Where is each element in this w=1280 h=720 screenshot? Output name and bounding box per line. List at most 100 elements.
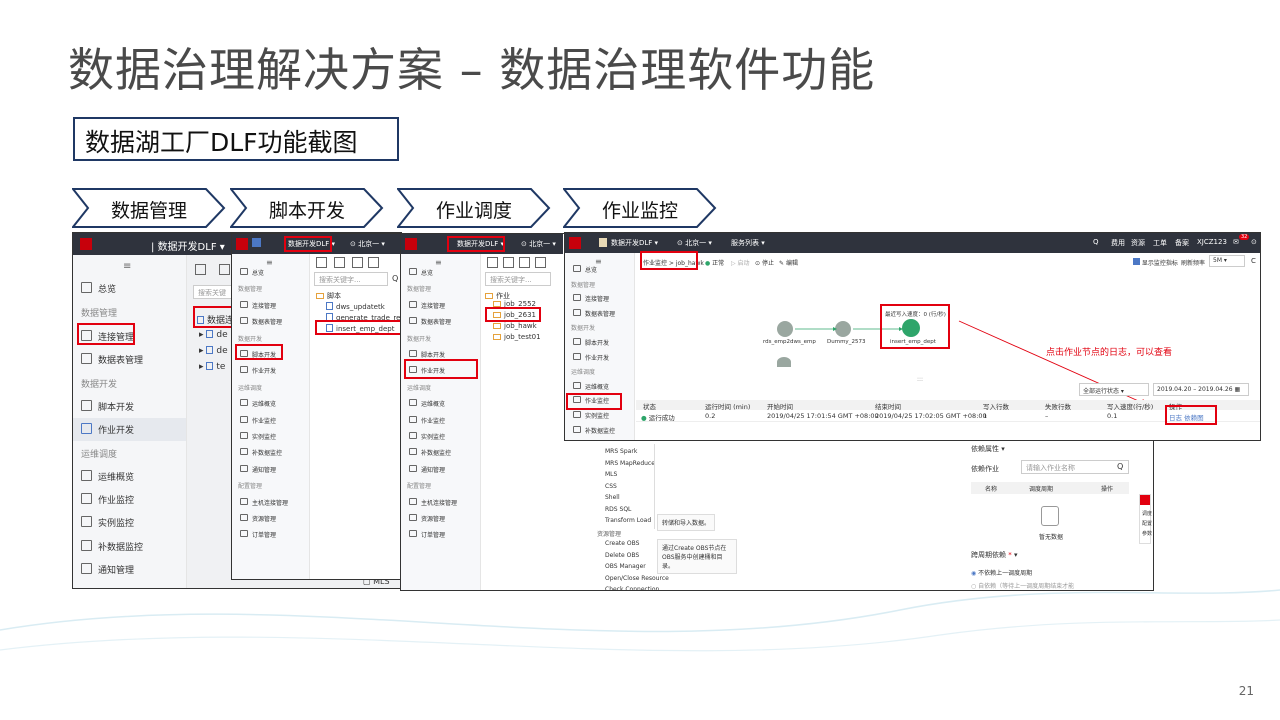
app-title[interactable]: | 数据开发DLF ▾ — [151, 238, 225, 253]
search-input[interactable]: 搜索关键字... — [314, 272, 388, 286]
tree-item[interactable]: dws_updatetk — [326, 302, 385, 311]
side-tab-params[interactable]: 参数 — [1142, 530, 1152, 537]
side-tab-active-icon[interactable] — [1140, 495, 1150, 505]
nav-item[interactable]: 连接管理 — [401, 297, 481, 313]
tree-item[interactable]: ▸ te — [199, 362, 225, 372]
nav-item[interactable]: 实例监控 — [232, 428, 310, 444]
nav-item[interactable]: 作业开发 — [232, 362, 310, 378]
row-start: 2019/04/25 17:01:54 GMT +08:00 — [767, 412, 879, 420]
nav-item-label: 总览 — [252, 270, 265, 277]
nav-item[interactable]: 订单管理 — [232, 526, 310, 542]
nav-item[interactable]: 作业监控 — [232, 412, 310, 428]
nav-item[interactable]: 主机连接管理 — [401, 494, 481, 510]
nav-notify-mgmt[interactable]: 通知管理 — [73, 558, 186, 581]
tree-item[interactable]: ▸ de — [199, 330, 228, 340]
nav-item-icon — [240, 432, 248, 439]
node-type-item[interactable]: CSS — [605, 483, 617, 490]
nav-item[interactable]: 补数据监控 — [401, 444, 481, 460]
node-type-item[interactable]: 资源管理 — [597, 529, 621, 538]
nav-item[interactable]: 数据表管理 — [232, 313, 310, 329]
nav-instance-monitor[interactable]: 实例监控 — [73, 511, 186, 534]
code-view-icon[interactable] — [195, 264, 206, 275]
search-input[interactable]: 搜索关键字... — [485, 272, 551, 286]
nav-job-monitor[interactable]: 作业监控 — [73, 488, 186, 511]
tree-root[interactable]: 脚本 — [316, 291, 341, 301]
tree-item[interactable]: ▸ de — [199, 346, 228, 356]
tree-root[interactable]: 数据连 — [197, 313, 234, 326]
side-tab-schedule[interactable]: 调度 — [1142, 510, 1152, 517]
node-type-item[interactable]: Transform Load — [605, 517, 651, 524]
nav-item[interactable]: 数据表管理 — [401, 313, 481, 329]
table-view-icon[interactable] — [352, 257, 363, 268]
tree-item[interactable]: job_hawk — [493, 322, 537, 330]
grid-view-icon[interactable] — [368, 257, 379, 268]
nav-group-data: 数据管理 — [81, 309, 118, 319]
nav-item[interactable]: 总览 — [401, 264, 481, 280]
nav-item-label: 数据开发 — [238, 335, 263, 343]
nav-item-icon — [240, 366, 248, 374]
nav-item[interactable]: 资源管理 — [232, 510, 310, 526]
code-view-icon[interactable] — [487, 257, 498, 268]
nav-item-icon — [409, 300, 417, 308]
nav-item[interactable]: 主机连接管理 — [232, 494, 310, 510]
nav-group: 配置管理 — [232, 477, 310, 493]
nav-backfill-monitor[interactable]: 补数据监控 — [73, 535, 186, 558]
nav-item[interactable]: 补数据监控 — [232, 444, 310, 460]
region-select[interactable]: ⊙ 北京一 ▾ — [521, 239, 556, 249]
step-label: 作业监控 — [601, 200, 678, 222]
code-view-icon[interactable] — [316, 257, 327, 268]
nav-overview[interactable]: 总览 — [73, 277, 186, 300]
nav-ops-overview[interactable]: 运维概览 — [73, 465, 186, 488]
node-type-item[interactable]: MLS — [605, 471, 617, 478]
close-view-icon[interactable] — [334, 257, 345, 268]
node-type-item[interactable]: RDS SQL — [605, 506, 631, 513]
expand-handle[interactable]: ::: — [917, 376, 923, 383]
row-status: ● 运行成功 — [641, 414, 675, 422]
nav-item[interactable]: 订单管理 — [401, 526, 481, 542]
nav-item-icon — [240, 530, 248, 538]
collapse-icon[interactable]: ≡ — [123, 261, 131, 272]
radio-self-dep[interactable]: ○ 自依赖（等待上一调度周期结束才能 — [971, 581, 1074, 590]
nav-item-icon — [240, 497, 248, 505]
grid-view-icon[interactable] — [535, 257, 546, 268]
dep-job-input[interactable]: 请输入作业名称 — [1021, 460, 1129, 474]
side-tab-config[interactable]: 配置 — [1142, 520, 1152, 527]
region-select[interactable]: ⊙ 北京一 ▾ — [350, 239, 385, 249]
status-filter[interactable]: 全部运行状态 ▾ — [1079, 383, 1149, 396]
node-type-item[interactable]: Create OBS — [605, 540, 639, 547]
nav-table-mgmt[interactable]: 数据表管理 — [73, 348, 186, 371]
nav-item[interactable]: 通知管理 — [401, 461, 481, 477]
highlight-script-item — [315, 320, 400, 335]
table-view-icon[interactable] — [519, 257, 530, 268]
ops-icon — [81, 470, 92, 481]
nav-job-dev[interactable]: 作业开发 — [73, 418, 186, 441]
node-type-item[interactable]: Open/Close Resource — [605, 575, 669, 582]
close-view-icon[interactable] — [503, 257, 514, 268]
node-type-item[interactable]: MRS Spark — [605, 448, 637, 455]
nav-item[interactable]: 总览 — [232, 264, 310, 280]
node-type-item[interactable]: Check Connection — [605, 586, 659, 590]
nav-script-dev[interactable]: 脚本开发 — [73, 395, 186, 418]
search-icon[interactable]: Q — [392, 274, 398, 283]
nav-item-label: 实例监控 — [421, 434, 446, 441]
nav-item[interactable]: 资源管理 — [401, 510, 481, 526]
nav-item[interactable]: 作业监控 — [401, 412, 481, 428]
node-type-item[interactable]: OBS Manager — [605, 563, 646, 570]
node-type-item[interactable]: Delete OBS — [605, 552, 639, 559]
date-range[interactable]: 2019.04.20 – 2019.04.26 ▦ — [1153, 383, 1249, 396]
node-type-item[interactable]: MRS MapReduce — [605, 460, 655, 467]
close-view-icon[interactable] — [219, 264, 230, 275]
radio-no-dep[interactable]: ◉ 不依赖上一调度周期 — [971, 568, 1032, 577]
nav-item[interactable]: 通知管理 — [232, 461, 310, 477]
nav-item[interactable]: 运维概览 — [232, 395, 310, 411]
empty-icon — [1041, 506, 1059, 526]
tree-item[interactable]: job_test01 — [493, 333, 541, 341]
dep-search-icon[interactable]: Q — [1117, 462, 1123, 471]
nav-item[interactable]: 连接管理 — [232, 297, 310, 313]
empty-text: 暂无数据 — [1039, 534, 1064, 541]
nav-item[interactable]: 实例监控 — [401, 428, 481, 444]
nav-group: 运维调度 — [232, 379, 310, 395]
nav-item[interactable]: 运维概览 — [401, 395, 481, 411]
node-type-item[interactable]: Shell — [605, 494, 620, 501]
highlight-job-item — [485, 307, 541, 322]
